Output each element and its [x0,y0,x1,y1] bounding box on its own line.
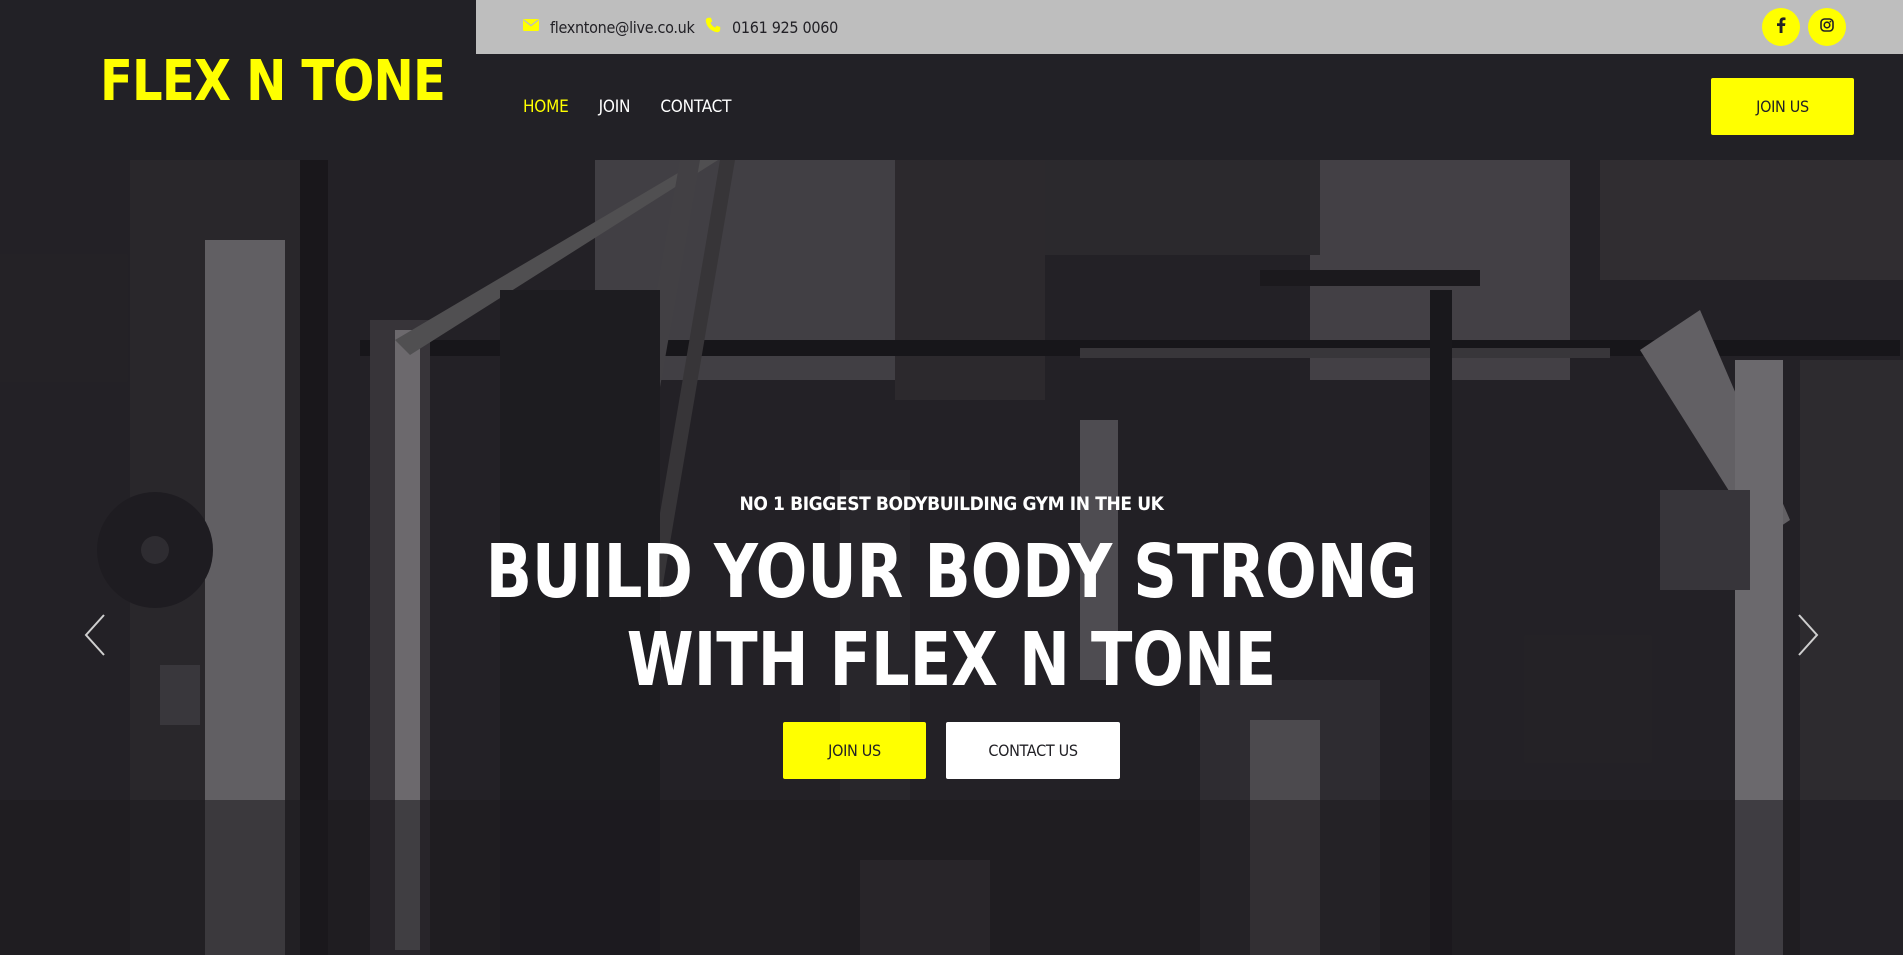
header-join-button[interactable]: JOIN US [1711,78,1854,135]
facebook-link[interactable] [1762,8,1800,46]
hero-eyebrow: NO 1 BIGGEST BODYBUILDING GYM IN THE UK [739,493,1164,515]
nav-item-join[interactable]: JOIN [599,92,631,122]
site-logo[interactable]: FLEX N TONE [100,46,446,118]
nav-item-contact[interactable]: CONTACT [660,92,731,122]
hero-contact-button[interactable]: CONTACT US [946,722,1120,779]
phone-icon [705,17,721,38]
phone-contact[interactable]: 0161 925 0060 [705,0,838,54]
facebook-icon [1776,16,1786,38]
hero-slider: NO 1 BIGGEST BODYBUILDING GYM IN THE UK … [0,160,1903,955]
hero-headline: BUILD YOUR BODY STRONG WITH FLEX N TONE [0,528,1903,704]
instagram-link[interactable] [1808,8,1846,46]
main-nav: HOME JOIN CONTACT [523,92,731,122]
envelope-icon [523,18,539,36]
phone-number: 0161 925 0060 [732,17,838,37]
hero-join-button[interactable]: JOIN US [783,722,926,779]
hero-headline-line-2: WITH FLEX N TONE [626,617,1277,703]
hero-buttons: JOIN US CONTACT US [0,722,1903,779]
site-header: FLEX N TONE flexntone@live.co.uk 0161 92… [0,0,1903,160]
email-address: flexntone@live.co.uk [550,17,695,37]
email-contact[interactable]: flexntone@live.co.uk [523,0,695,54]
top-contact-bar: flexntone@live.co.uk 0161 925 0060 [476,0,1903,54]
instagram-icon [1820,17,1834,37]
nav-item-home[interactable]: HOME [523,92,569,122]
hero-headline-line-1: BUILD YOUR BODY STRONG [485,529,1418,615]
